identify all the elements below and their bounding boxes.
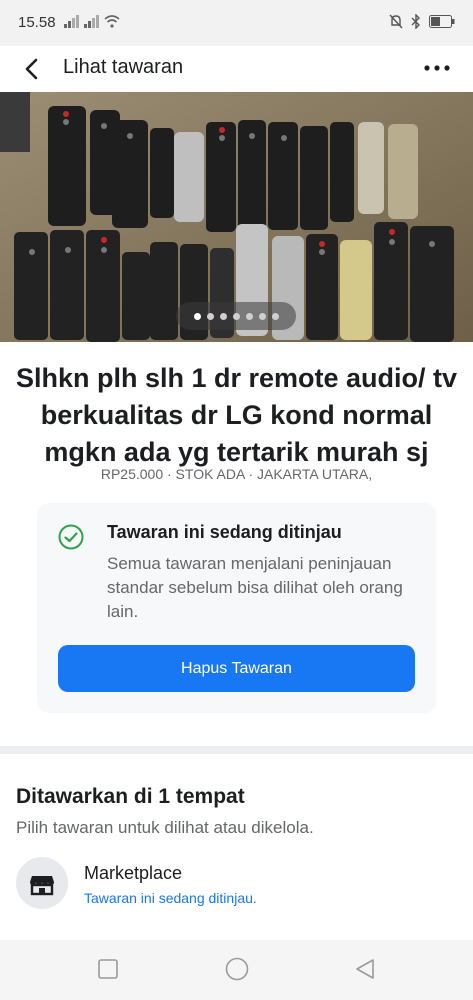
listing-title: Slhkn plh slh 1 dr remote audio/ tv berk…: [15, 363, 458, 467]
marketplace-avatar: [16, 857, 68, 909]
recent-apps-icon[interactable]: [98, 959, 118, 979]
page-title: Lihat tawaran: [63, 56, 184, 78]
signal-icon: [64, 15, 79, 28]
signal-icon: [84, 15, 99, 28]
section-divider: [0, 746, 473, 754]
marketplace-item[interactable]: Marketplace Tawaran ini sedang ditinjau.: [16, 857, 457, 913]
check-circle-icon: [58, 524, 84, 550]
app-header: Lihat tawaran: [0, 46, 473, 92]
battery-icon: [429, 15, 455, 28]
carousel-dot: [232, 312, 240, 320]
marketplace-status: Tawaran ini sedang ditinjau.: [84, 890, 257, 906]
carousel-dot: [258, 312, 266, 320]
carousel-dot: [206, 312, 214, 320]
home-icon[interactable]: [225, 957, 249, 981]
status-bar: 15.58: [0, 0, 473, 46]
bluetooth-icon: [411, 14, 420, 29]
carousel-dot: [271, 312, 279, 320]
status-time: 15.58: [18, 14, 56, 31]
offered-section-title: Ditawarkan di 1 tempat: [16, 785, 245, 808]
offered-section-subtitle: Pilih tawaran untuk dilihat atau dikelol…: [16, 818, 314, 837]
carousel-indicator: [176, 302, 296, 330]
review-status-card: Tawaran ini sedang ditinjau Semua tawara…: [37, 503, 436, 713]
more-options-icon[interactable]: [423, 60, 451, 76]
system-nav-bar: [0, 940, 473, 1000]
mute-icon: [389, 14, 403, 29]
listing-meta: RP25.000 · STOK ADA · JAKARTA UTARA,: [100, 466, 373, 482]
wifi-icon: [104, 15, 120, 28]
review-title: Tawaran ini sedang ditinjau: [107, 522, 342, 542]
carousel-dot: [193, 312, 201, 320]
marketplace-shop-icon: [30, 876, 54, 896]
system-back-icon[interactable]: [353, 957, 377, 981]
review-description: Semua tawaran menjalani peninjauan stand…: [107, 554, 403, 621]
delete-offer-button[interactable]: Hapus Tawaran: [58, 645, 415, 692]
back-arrow-icon[interactable]: [20, 54, 46, 84]
marketplace-name: Marketplace: [84, 863, 183, 883]
carousel-dot: [219, 312, 227, 320]
carousel-dot: [245, 312, 253, 320]
